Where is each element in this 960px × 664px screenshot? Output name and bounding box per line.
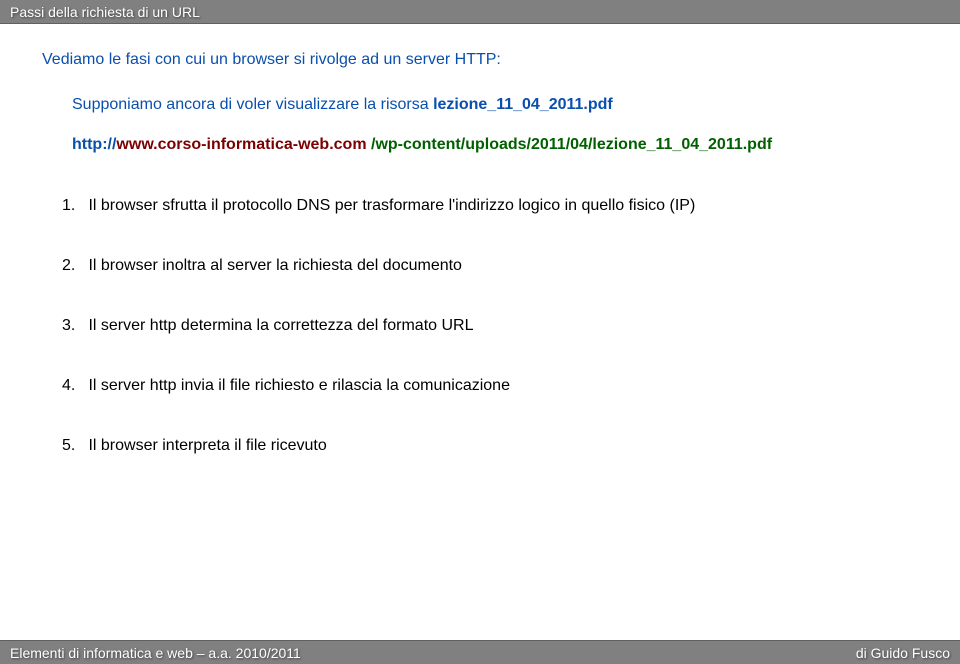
slide-title: Passi della richiesta di un URL — [10, 4, 200, 20]
step-4-text: Il server http invia il file richiesto e… — [88, 377, 510, 394]
step-1: 1. Il browser sfrutta il protocollo DNS … — [62, 194, 918, 218]
slide-content: Vediamo le fasi con cui un browser si ri… — [0, 24, 960, 518]
step-1-num: 1. — [62, 194, 84, 218]
step-2-text: Il browser inoltra al server la richiest… — [88, 257, 462, 274]
step-4: 4. Il server http invia il file richiest… — [62, 374, 918, 398]
step-5-text: Il browser interpreta il file ricevuto — [88, 437, 326, 454]
url-domain: www.corso-informatica-web.com — [116, 136, 366, 153]
step-4-num: 4. — [62, 374, 84, 398]
intro-line-1: Vediamo le fasi con cui un browser si ri… — [42, 48, 918, 72]
step-3-num: 3. — [62, 314, 84, 338]
intro-prefix: Supponiamo ancora di voler visualizzare … — [72, 96, 433, 113]
step-1-text: Il browser sfrutta il protocollo DNS per… — [88, 197, 695, 214]
step-5-num: 5. — [62, 434, 84, 458]
step-2: 2. Il browser inoltra al server la richi… — [62, 254, 918, 278]
url-protocol: http:// — [72, 136, 116, 153]
step-5: 5. Il browser interpreta il file ricevut… — [62, 434, 918, 458]
step-3-text: Il server http determina la correttezza … — [88, 317, 473, 334]
intro-filename: lezione_11_04_2011.pdf — [433, 96, 613, 113]
slide-header: Passi della richiesta di un URL — [0, 0, 960, 24]
steps-list: 1. Il browser sfrutta il protocollo DNS … — [42, 194, 918, 458]
url-display: http://www.corso-informatica-web.com /wp… — [72, 136, 918, 154]
slide-footer: Elementi di informatica e web – a.a. 201… — [0, 640, 960, 664]
footer-right: di Guido Fusco — [856, 645, 950, 661]
intro-line-2: Supponiamo ancora di voler visualizzare … — [72, 96, 918, 114]
step-2-num: 2. — [62, 254, 84, 278]
footer-left: Elementi di informatica e web – a.a. 201… — [10, 645, 301, 661]
url-path: wp-content/uploads/2011/04/lezione_11_04… — [375, 136, 772, 153]
step-3: 3. Il server http determina la correttez… — [62, 314, 918, 338]
